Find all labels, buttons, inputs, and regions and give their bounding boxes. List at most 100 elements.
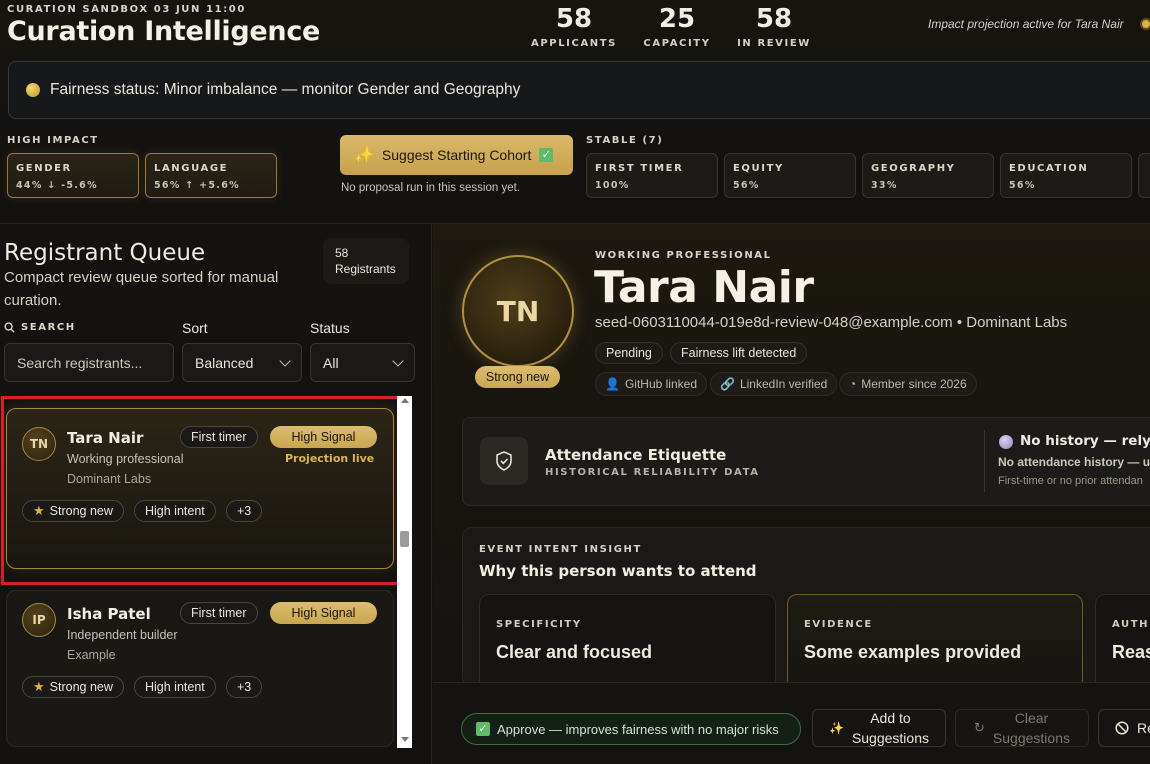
stat-label: CAPACITY: [643, 38, 711, 49]
impact-toggle[interactable]: [1140, 18, 1150, 30]
github-badge: 👤 GitHub linked: [595, 372, 707, 396]
proposal-status-text: No proposal run in this session yet.: [341, 182, 520, 194]
insight-value: Some examples provided: [804, 642, 1022, 662]
sort-label: Sort: [182, 320, 208, 336]
sandbox-label: CURATION SANDBOX 03 JUN 11:00: [7, 4, 246, 15]
chip-title: LANGUAGE: [154, 163, 229, 174]
app-title: Curation Intelligence: [7, 16, 321, 47]
chip-value: 56%: [1009, 180, 1036, 191]
chevron-down-icon: [392, 354, 404, 367]
insight-key: SPECIFICITY: [496, 619, 582, 630]
fairness-status-dot-icon: [26, 83, 40, 97]
linkedin-badge: 🔗 LinkedIn verified: [710, 372, 838, 396]
insight-key: AUTHE: [1112, 619, 1150, 630]
card-org: Example: [67, 648, 116, 662]
scroll-up-arrow-icon[interactable]: [401, 398, 409, 403]
check-icon: ✓: [476, 722, 490, 736]
sort-select[interactable]: Balanced: [182, 343, 302, 382]
attendance-subtitle: HISTORICAL RELIABILITY DATA: [545, 467, 760, 478]
search-input[interactable]: Search registrants...: [4, 343, 174, 382]
link-icon: 🔗: [720, 377, 735, 391]
fairness-lift-tag: Fairness lift detected: [670, 342, 808, 364]
scrollbar-thumb[interactable]: [400, 531, 409, 547]
reject-label: Re: [1137, 720, 1150, 736]
more-chips-button[interactable]: +3: [226, 676, 263, 698]
scroll-down-arrow-icon[interactable]: [401, 737, 409, 742]
chip-value: 56%: [733, 180, 760, 191]
status-select[interactable]: All: [310, 343, 415, 382]
stable-chip-equity[interactable]: EQUITY 56%: [724, 153, 856, 198]
profile-avatar: TN: [462, 255, 574, 367]
stable-chip-first-timer[interactable]: FIRST TIMER 100%: [586, 153, 718, 198]
suggest-cohort-button[interactable]: ✨ Suggest Starting Cohort ✓: [340, 135, 573, 175]
add-to-suggestions-button[interactable]: ✨ Add to Suggestions: [812, 709, 946, 747]
intent-title: Why this person wants to attend: [479, 562, 757, 580]
ban-icon: [1115, 721, 1129, 735]
member-since-label: Member since 2026: [861, 377, 967, 391]
strong-new-badge: Strong new: [475, 366, 560, 388]
add-line-1: Add to: [870, 710, 911, 726]
stable-chip-overflow[interactable]: [1138, 153, 1150, 198]
sort-value: Balanced: [195, 354, 254, 371]
queue-title: Registrant Queue: [4, 240, 206, 266]
status-label: Status: [310, 320, 350, 336]
clear-line-2: Suggestions: [992, 730, 1070, 746]
insight-specificity: SPECIFICITY Clear and focused: [479, 594, 776, 689]
selection-highlight: [1, 396, 403, 585]
chip-title: EQUITY: [733, 163, 784, 174]
first-timer-tag: First timer: [180, 602, 258, 624]
search-label: SEARCH: [4, 322, 76, 333]
approve-recommendation: ✓ Approve — improves fairness with no ma…: [461, 713, 801, 745]
divider: [984, 430, 985, 492]
stat-capacity: 25 CAPACITY: [627, 4, 727, 49]
check-icon: ✓: [539, 148, 554, 162]
clear-suggestions-button[interactable]: ↻ Clear Suggestions: [955, 709, 1089, 747]
sparkle-icon: ✨: [828, 721, 844, 735]
insight-key: EVIDENCE: [804, 619, 873, 630]
stable-chip-geography[interactable]: GEOGRAPHY 33%: [862, 153, 994, 198]
history-status-dot-icon: [999, 435, 1013, 449]
github-icon: 👤: [605, 377, 620, 391]
stat-value: 25: [658, 4, 696, 34]
chip-title: FIRST TIMER: [595, 163, 684, 174]
stat-label: IN REVIEW: [737, 38, 811, 49]
stat-in-review: 58 IN REVIEW: [724, 4, 824, 49]
search-label-text: SEARCH: [21, 322, 76, 333]
status-pending-tag: Pending: [595, 342, 663, 364]
clear-suggestions-label: Clear Suggestions: [993, 708, 1070, 748]
impact-projection-status: Impact projection active for Tara Nair: [928, 17, 1124, 31]
stat-value: 58: [755, 4, 793, 34]
high-signal-badge: High Signal: [270, 602, 377, 624]
sparkle-icon: ✨: [354, 147, 374, 164]
chip-value: 33%: [871, 180, 898, 191]
chip-title: GENDER: [16, 163, 72, 174]
history-subtitle: No attendance history — u: [998, 455, 1150, 469]
star-icon: ★: [33, 679, 45, 694]
search-icon: [4, 322, 15, 333]
registrant-count-badge: 58 Registrants: [323, 238, 409, 284]
stable-chip-education[interactable]: EDUCATION 56%: [1000, 153, 1132, 198]
stat-label: APPLICANTS: [531, 38, 617, 49]
shield-icon: [480, 437, 528, 485]
add-to-suggestions-label: Add to Suggestions: [852, 708, 929, 748]
queue-description: Compact review queue sorted for manual c…: [4, 269, 279, 309]
status-value: All: [323, 354, 339, 371]
fairness-status-text: Fairness status: Minor imbalance — monit…: [50, 81, 521, 98]
search-placeholder: Search registrants...: [17, 354, 143, 371]
impact-chip-gender[interactable]: GENDER 44% ↓ -5.6%: [7, 153, 139, 198]
reject-button[interactable]: Re: [1098, 709, 1150, 747]
queue-scrollbar[interactable]: [397, 396, 412, 748]
high-intent-chip: High intent: [134, 676, 216, 698]
refresh-icon: ↻: [974, 720, 985, 735]
impact-chip-language[interactable]: LANGUAGE 56% ↑ +5.6%: [145, 153, 277, 198]
history-title: No history — rely o: [1020, 433, 1150, 449]
card-name: Isha Patel: [67, 605, 151, 623]
chip-value: 44% ↓ -5.6%: [16, 180, 98, 191]
profile-name: Tara Nair: [594, 262, 814, 313]
chip-title: GEOGRAPHY: [871, 163, 956, 174]
insight-value: Clear and focused: [496, 642, 653, 662]
strong-new-chip: ★ Strong new: [22, 676, 124, 698]
profile-email-line: seed-0603110044-019e8d-review-048@exampl…: [595, 314, 1068, 331]
add-line-2: Suggestions: [851, 730, 929, 746]
chip-value: 100%: [595, 180, 630, 191]
